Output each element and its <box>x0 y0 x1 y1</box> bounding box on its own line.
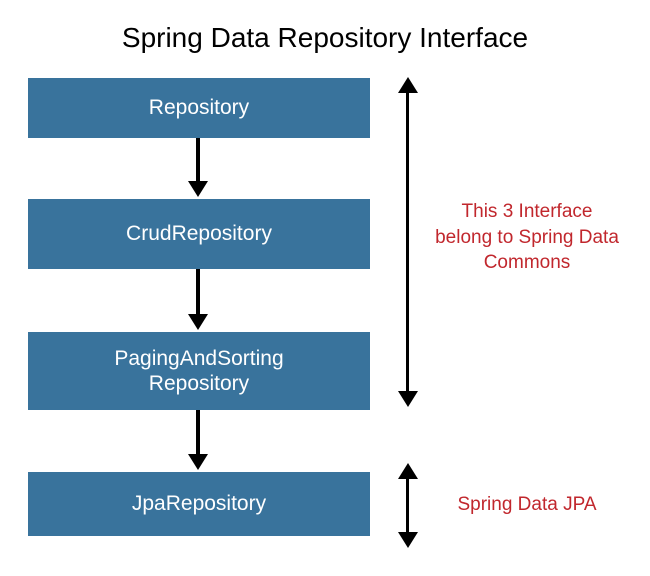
hierarchy-diagram: Repository CrudRepository PagingAndSorti… <box>0 64 650 564</box>
arrow-down-icon <box>196 269 200 317</box>
box-label: Repository <box>149 95 249 120</box>
box-label: PagingAndSorting Repository <box>114 346 283 396</box>
annotation-jpa: Spring Data JPA <box>432 492 622 518</box>
arrow-down-icon <box>196 138 200 184</box>
double-arrow-icon <box>406 478 409 533</box>
box-label: JpaRepository <box>132 491 266 516</box>
box-label: CrudRepository <box>126 221 272 246</box>
box-jpa-repository: JpaRepository <box>28 472 370 536</box>
arrow-down-icon <box>196 410 200 457</box>
box-repository: Repository <box>28 78 370 138</box>
annotation-commons: This 3 Interface belong to Spring Data C… <box>432 199 622 276</box>
box-crud-repository: CrudRepository <box>28 199 370 269</box>
double-arrow-icon <box>406 92 409 392</box>
box-paging-sorting-repository: PagingAndSorting Repository <box>28 332 370 410</box>
page-title: Spring Data Repository Interface <box>0 0 650 64</box>
